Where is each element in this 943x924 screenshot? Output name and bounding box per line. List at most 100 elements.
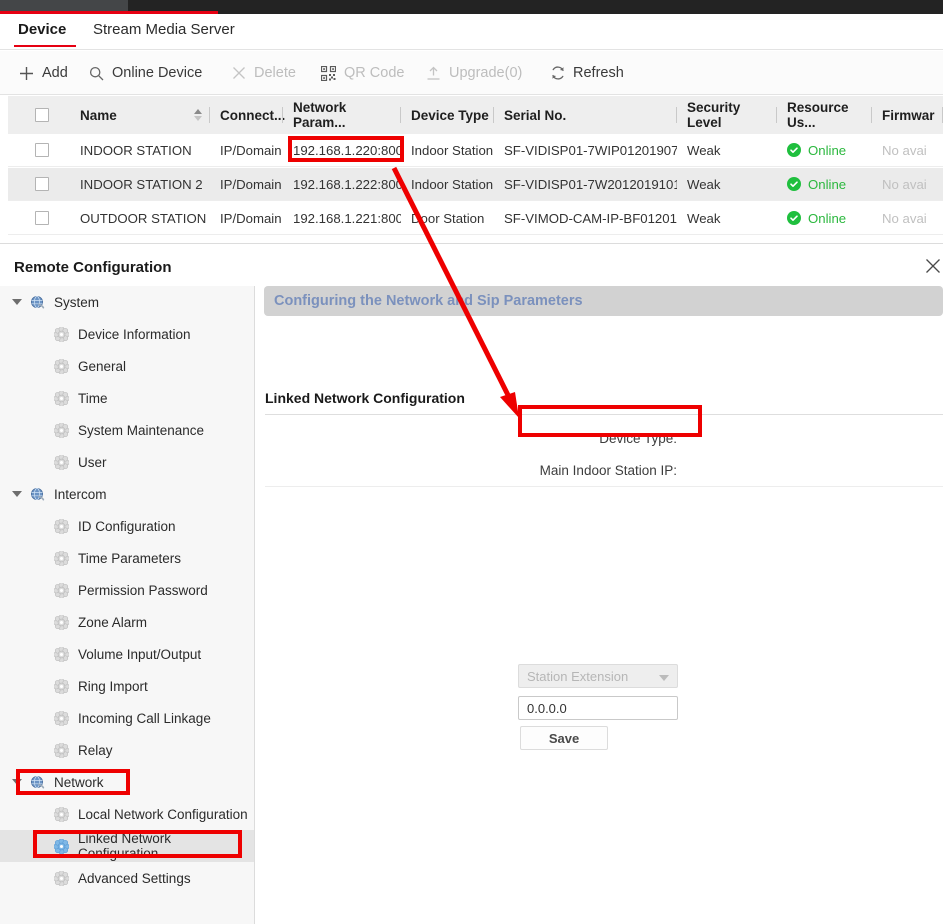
- cell-connect: IP/Domain: [220, 210, 282, 226]
- cell-security: Weak: [687, 176, 721, 192]
- tree-item-permission-password[interactable]: Permission Password: [0, 574, 254, 606]
- column-header-label: Network Param...: [293, 100, 347, 130]
- tree-item-label: General: [78, 358, 127, 374]
- title-bar: [0, 0, 943, 14]
- gear-icon: [54, 710, 69, 726]
- column-header-network[interactable]: Network Param...: [283, 96, 401, 134]
- plus-icon: [18, 65, 35, 82]
- cell-security: Weak: [687, 142, 721, 158]
- chevron-down-icon: [659, 675, 669, 681]
- column-header-connect[interactable]: Connect...: [210, 96, 285, 134]
- delete-button[interactable]: Delete: [230, 61, 296, 85]
- cell-firmware: No avai: [882, 142, 927, 158]
- content-divider: [265, 486, 943, 487]
- column-header-serial[interactable]: Serial No.: [494, 96, 677, 134]
- column-header-resource[interactable]: Resource Us...: [777, 96, 872, 134]
- tree-item-system-maintenance[interactable]: System Maintenance: [0, 414, 254, 446]
- close-icon[interactable]: [923, 256, 943, 276]
- refresh-button[interactable]: Refresh: [549, 61, 624, 85]
- main-indoor-station-ip-input[interactable]: [518, 696, 678, 720]
- tree-item-label: System: [54, 294, 100, 310]
- tree-item-volume-input-output[interactable]: Volume Input/Output: [0, 638, 254, 670]
- row-checkbox[interactable]: [35, 177, 49, 191]
- section-divider: [265, 414, 943, 415]
- tree-item-system[interactable]: System: [0, 286, 254, 318]
- search-icon: [88, 65, 105, 82]
- gear-icon: [54, 742, 69, 758]
- qr-code-button[interactable]: QR Code: [320, 61, 404, 85]
- gear-icon: [54, 870, 69, 886]
- tree-item-intercom[interactable]: Intercom: [0, 478, 254, 510]
- cell-name: OUTDOOR STATION: [80, 210, 207, 226]
- globe-icon: [30, 775, 45, 790]
- status-badge: Online: [808, 142, 847, 158]
- tree-item-label: Zone Alarm: [78, 614, 148, 630]
- table-row[interactable]: OUTDOOR STATION IP/Domain 192.168.1.221:80…: [8, 202, 943, 235]
- tree-item-label: Permission Password: [78, 582, 208, 598]
- cell-device_type: Door Station: [411, 210, 485, 226]
- chevron-down-icon[interactable]: [12, 299, 22, 305]
- table-row[interactable]: INDOOR STATION IP/Domain 192.168.1.220:800…: [8, 134, 943, 167]
- tab-stream-media-server[interactable]: Stream Media Server: [93, 21, 235, 38]
- table-row[interactable]: INDOOR STATION 2 IP/Domain 192.168.1.222:8…: [8, 168, 943, 201]
- cell-connect: IP/Domain: [220, 176, 282, 192]
- chevron-down-icon[interactable]: [12, 491, 22, 497]
- online-status-icon: [787, 177, 801, 191]
- cell-connect: IP/Domain: [220, 142, 282, 158]
- tree-item-incoming-call-linkage[interactable]: Incoming Call Linkage: [0, 702, 254, 734]
- cell-firmware: No avai: [882, 176, 927, 192]
- tree-item-device-information[interactable]: Device Information: [0, 318, 254, 350]
- cell-security: Weak: [687, 210, 721, 226]
- app-root: Device Stream Media Server Add Online De…: [0, 0, 943, 924]
- tab-strip: Device Stream Media Server: [0, 14, 943, 50]
- tree-item-label: Time: [78, 390, 108, 406]
- device-type-select[interactable]: Station Extension: [518, 664, 678, 688]
- tree-item-label: System Maintenance: [78, 422, 205, 438]
- upload-icon: [425, 65, 442, 82]
- tree-item-time-parameters[interactable]: Time Parameters: [0, 542, 254, 574]
- tree-item-ring-import[interactable]: Ring Import: [0, 670, 254, 702]
- cell-resource: Online: [777, 168, 872, 201]
- cell-resource: Online: [777, 134, 872, 167]
- online-status-icon: [787, 143, 801, 157]
- gear-icon: [54, 550, 69, 566]
- tree-item-relay[interactable]: Relay: [0, 734, 254, 766]
- tree-item-label: Relay: [78, 742, 113, 758]
- tree-item-advanced-settings[interactable]: Advanced Settings: [0, 862, 254, 894]
- column-header-name[interactable]: Name: [70, 96, 210, 134]
- tree-item-network[interactable]: Network: [0, 766, 254, 798]
- column-header-security[interactable]: Security Level: [677, 96, 777, 134]
- tree-item-local-network-configuration[interactable]: Local Network Configuration: [0, 798, 254, 830]
- tree-item-linked-network-configuration[interactable]: Linked Network Configuration: [0, 830, 254, 862]
- chevron-down-icon[interactable]: [12, 779, 22, 785]
- gear-icon: [54, 646, 69, 662]
- qr-code-icon: [320, 65, 337, 82]
- cell-network: 192.168.1.222:8000: [293, 176, 401, 192]
- sort-arrows-icon[interactable]: [194, 109, 202, 121]
- tree-item-user[interactable]: User: [0, 446, 254, 478]
- tab-device[interactable]: Device: [18, 21, 66, 38]
- cell-serial: SF-VIDISP01-7W20120191011...: [504, 176, 677, 192]
- gear-icon: [54, 806, 69, 822]
- status-badge: Online: [808, 210, 847, 226]
- online-device-button[interactable]: Online Device: [88, 61, 202, 85]
- column-header-device_type[interactable]: Device Type: [401, 96, 494, 134]
- tree-item-label: User: [78, 454, 107, 470]
- save-button[interactable]: Save: [520, 726, 608, 750]
- column-header-firmware[interactable]: Firmwar: [872, 96, 943, 134]
- select-all-header[interactable]: [8, 96, 70, 134]
- row-checkbox[interactable]: [35, 143, 49, 157]
- main-indoor-station-ip-label: Main Indoor Station IP:: [539, 463, 677, 478]
- upgrade-button[interactable]: Upgrade(0): [425, 61, 522, 85]
- tree-item-general[interactable]: General: [0, 350, 254, 382]
- column-header-label: Resource Us...: [787, 100, 849, 130]
- tree-item-zone-alarm[interactable]: Zone Alarm: [0, 606, 254, 638]
- panel-body: System Device Information General Time Syste…: [0, 286, 943, 924]
- add-button[interactable]: Add: [18, 61, 68, 85]
- column-header-label: Name: [80, 107, 117, 123]
- tree-item-id-configuration[interactable]: ID Configuration: [0, 510, 254, 542]
- select-all-checkbox[interactable]: [35, 108, 49, 122]
- row-checkbox[interactable]: [35, 211, 49, 225]
- tree-item-time[interactable]: Time: [0, 382, 254, 414]
- column-header-label: Device Type: [411, 107, 489, 123]
